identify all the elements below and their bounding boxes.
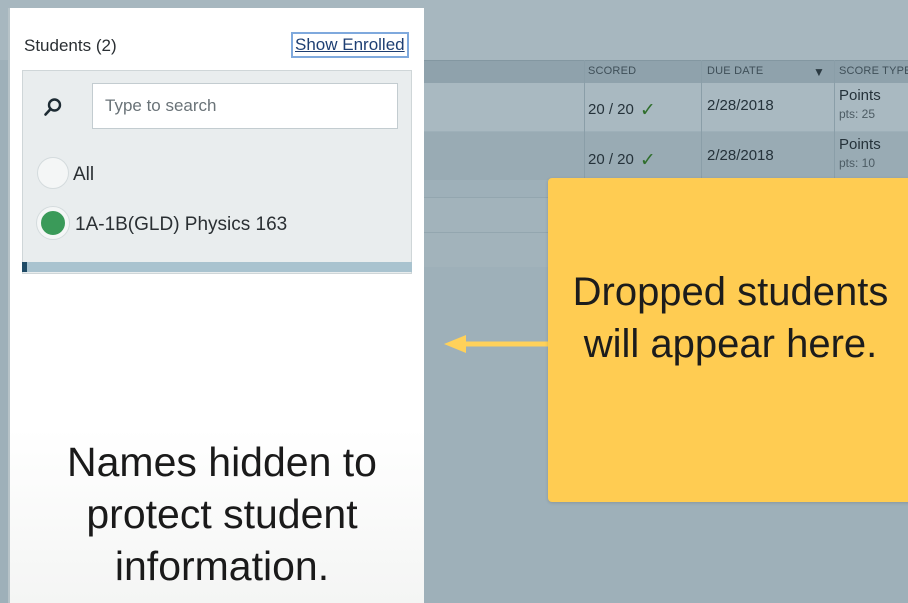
- sort-down-icon[interactable]: ▼: [813, 65, 825, 79]
- check-icon: ✓: [639, 150, 656, 171]
- callout-text: Dropped students will appear here.: [572, 270, 889, 366]
- app-screen: SCORED DUE DATE ▼ SCORE TYPE 20 / 20 ✓ 2/…: [0, 0, 908, 603]
- due-date-column-header[interactable]: DUE DATE: [707, 65, 763, 77]
- radio-button-selected[interactable]: [37, 207, 69, 239]
- filter-option-label: All: [73, 164, 95, 185]
- names-hidden-note: Names hidden to protect student informat…: [67, 439, 377, 589]
- column-divider: [701, 60, 702, 182]
- scored-cell: 20 / 20 ✓: [588, 100, 656, 121]
- score-type-cell: Points pts: 10: [839, 136, 881, 170]
- students-panel-title: Students (2): [24, 36, 117, 55]
- radio-button[interactable]: [37, 157, 69, 189]
- student-filter-box: All 1A-1B(GLD) Physics 163: [22, 70, 412, 274]
- column-divider: [584, 60, 585, 182]
- score-type-cell: Points pts: 25: [839, 87, 881, 121]
- due-date-cell: 2/28/2018: [707, 97, 774, 114]
- filter-option-label: 1A-1B(GLD) Physics 163: [75, 214, 288, 235]
- arrow-left-icon: [444, 335, 554, 353]
- student-search-input[interactable]: [92, 83, 398, 129]
- panel-bar-accent: [22, 262, 27, 272]
- check-icon: ✓: [639, 100, 656, 121]
- scored-column-header[interactable]: SCORED: [588, 65, 636, 77]
- panel-scroll-bar: [22, 262, 412, 272]
- students-panel: Students (2) Show Enrolled All 1A-1B(GLD…: [8, 8, 424, 603]
- show-enrolled-link[interactable]: Show Enrolled: [291, 32, 409, 58]
- dropped-students-callout: Dropped students will appear here.: [548, 178, 908, 502]
- score-type-column-header[interactable]: SCORE TYPE: [839, 65, 908, 77]
- due-date-cell: 2/28/2018: [707, 147, 774, 164]
- table-row: [420, 197, 550, 232]
- table-row: [420, 232, 550, 267]
- search-icon: [43, 97, 63, 117]
- scored-cell: 20 / 20 ✓: [588, 150, 656, 171]
- column-divider: [834, 60, 835, 182]
